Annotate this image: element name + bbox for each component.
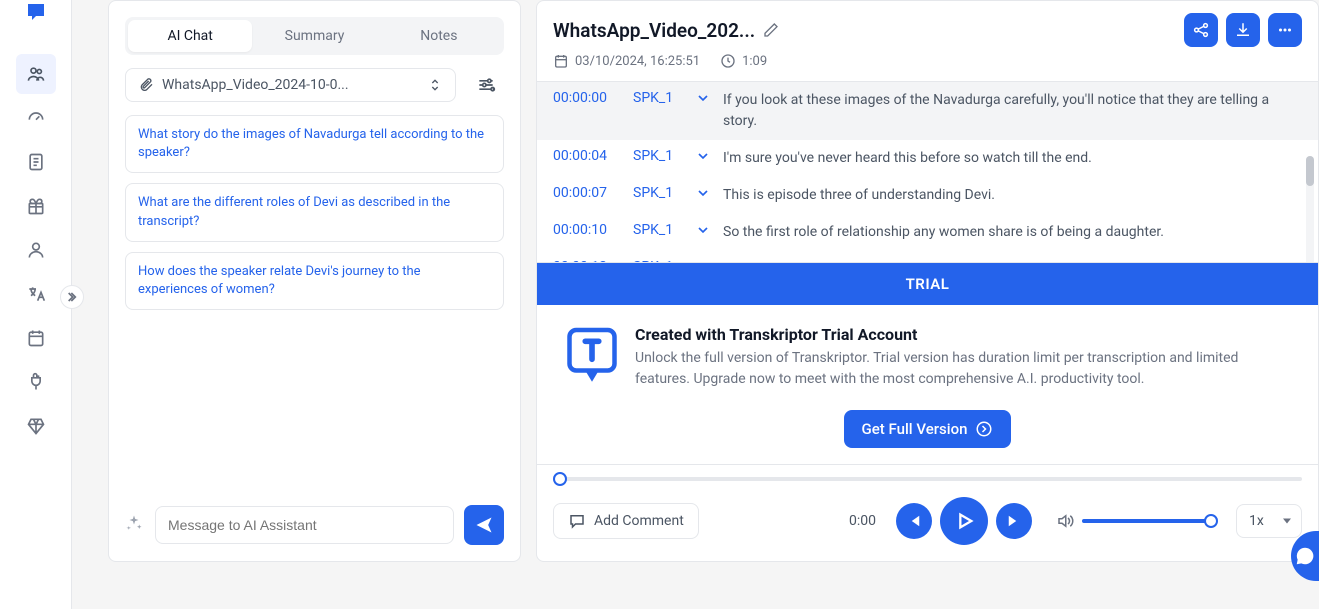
page-title: WhatsApp_Video_202... xyxy=(553,19,755,42)
share-icon xyxy=(1192,21,1210,39)
transcript-row[interactable]: 00:00:00 SPK_1 If you look at these imag… xyxy=(537,82,1318,140)
sidebar-item-gift[interactable] xyxy=(16,186,56,226)
speed-select[interactable]: 1x xyxy=(1236,504,1302,538)
transcript-text: So the first role of relationship any wo… xyxy=(723,222,1302,243)
chevron-down-icon[interactable] xyxy=(695,148,711,168)
current-time: 0:00 xyxy=(849,513,876,529)
speaker: SPK_1 xyxy=(633,222,683,238)
play-button[interactable] xyxy=(940,497,988,545)
calendar-icon xyxy=(553,53,569,69)
transcript-row[interactable]: 00:00:04 SPK_1 I'm sure you've never hea… xyxy=(537,140,1318,177)
tab-ai-chat[interactable]: AI Chat xyxy=(128,20,252,52)
transkriptor-logo xyxy=(565,325,619,389)
scrollbar[interactable] xyxy=(1306,156,1314,263)
upgrade-title: Created with Transkriptor Trial Account xyxy=(635,325,1290,344)
timestamp: 00:00:04 xyxy=(553,148,621,164)
progress-bar[interactable] xyxy=(553,477,1302,481)
sidebar-item-premium[interactable] xyxy=(16,406,56,446)
volume-handle[interactable] xyxy=(1204,514,1218,528)
filter-button[interactable] xyxy=(468,67,504,103)
arrow-circle-icon xyxy=(975,420,993,438)
timestamp: 00:00:00 xyxy=(553,90,621,106)
share-button[interactable] xyxy=(1184,13,1218,47)
volume-control xyxy=(1056,512,1212,530)
tabs: AI Chat Summary Notes xyxy=(125,17,504,55)
volume-icon[interactable] xyxy=(1056,512,1074,530)
message-input[interactable] xyxy=(155,506,454,544)
transcript-row[interactable]: 00:00:13 SPK_1 That is why Devi is also … xyxy=(537,251,1318,263)
sparkle-icon xyxy=(125,514,145,536)
send-button[interactable] xyxy=(464,505,504,545)
chevron-down-icon[interactable] xyxy=(695,185,711,205)
ai-chat-panel: AI Chat Summary Notes WhatsApp_Video_202… xyxy=(108,0,521,562)
send-icon xyxy=(474,515,494,535)
meta-duration: 1:09 xyxy=(720,53,767,69)
suggestion-list: What story do the images of Navadurga te… xyxy=(125,115,504,310)
speaker: SPK_1 xyxy=(633,148,683,164)
clock-icon xyxy=(720,53,736,69)
play-icon xyxy=(953,510,975,532)
updown-icon xyxy=(427,77,443,93)
add-comment-button[interactable]: Add Comment xyxy=(553,503,699,539)
sidebar-item-integration[interactable] xyxy=(16,362,56,402)
audio-player: Add Comment 0:00 1x xyxy=(537,464,1318,561)
transcript-list: 00:00:00 SPK_1 If you look at these imag… xyxy=(537,81,1318,263)
transcript-text: If you look at these images of the Navad… xyxy=(723,90,1302,132)
sidebar-item-speed[interactable] xyxy=(16,98,56,138)
download-button[interactable] xyxy=(1226,13,1260,47)
chevron-down-icon[interactable] xyxy=(695,222,711,242)
meta-date: 03/10/2024, 16:25:51 xyxy=(553,53,700,69)
skip-forward-icon xyxy=(1005,512,1023,530)
paperclip-icon xyxy=(138,77,154,93)
suggestion-item[interactable]: What are the different roles of Devi as … xyxy=(125,183,504,241)
trial-banner: TRIAL xyxy=(537,263,1318,305)
sidebar-item-people[interactable] xyxy=(16,54,56,94)
sidebar-expand-button[interactable] xyxy=(60,285,84,309)
transcript-row[interactable]: 00:00:10 SPK_1 So the first role of rela… xyxy=(537,214,1318,251)
sidebar-item-document[interactable] xyxy=(16,142,56,182)
sidebar-item-translate[interactable] xyxy=(16,274,56,314)
transcript-row[interactable]: 00:00:07 SPK_1 This is episode three of … xyxy=(537,177,1318,214)
transcript-panel: WhatsApp_Video_202... 03/10/2024, 16:25:… xyxy=(536,0,1319,562)
speaker: SPK_1 xyxy=(633,185,683,201)
get-full-version-button[interactable]: Get Full Version xyxy=(844,410,1012,448)
transcript-text: I'm sure you've never heard this before … xyxy=(723,148,1302,169)
logo xyxy=(0,0,71,24)
edit-icon[interactable] xyxy=(763,22,779,38)
tab-notes[interactable]: Notes xyxy=(377,20,501,52)
suggestion-item[interactable]: What story do the images of Navadurga te… xyxy=(125,115,504,173)
suggestion-item[interactable]: How does the speaker relate Devi's journ… xyxy=(125,252,504,310)
timestamp: 00:00:13 xyxy=(553,259,621,263)
sliders-icon xyxy=(476,75,496,95)
transcript-text: This is episode three of understanding D… xyxy=(723,185,1302,206)
sidebar-item-calendar[interactable] xyxy=(16,318,56,358)
comment-icon xyxy=(568,512,586,530)
sidebar-item-profile[interactable] xyxy=(16,230,56,270)
chevron-down-icon[interactable] xyxy=(695,90,711,110)
volume-slider[interactable] xyxy=(1082,519,1212,523)
transcript-text: That is why Devi is also first a daughte… xyxy=(723,259,1302,263)
more-button[interactable] xyxy=(1268,13,1302,47)
skip-back-icon xyxy=(905,512,923,530)
upgrade-box: Created with Transkriptor Trial Account … xyxy=(537,305,1318,410)
next-button[interactable] xyxy=(996,503,1032,539)
progress-handle[interactable] xyxy=(553,472,567,486)
speaker: SPK_1 xyxy=(633,90,683,106)
file-select-name: WhatsApp_Video_2024-10-0... xyxy=(162,77,419,93)
speaker: SPK_1 xyxy=(633,259,683,263)
chat-icon xyxy=(1294,545,1316,567)
upgrade-desc: Unlock the full version of Transkriptor.… xyxy=(635,348,1290,390)
file-select-dropdown[interactable]: WhatsApp_Video_2024-10-0... xyxy=(125,68,456,102)
timestamp: 00:00:10 xyxy=(553,222,621,238)
download-icon xyxy=(1234,21,1252,39)
tab-summary[interactable]: Summary xyxy=(252,20,376,52)
sidebar xyxy=(0,0,72,609)
timestamp: 00:00:07 xyxy=(553,185,621,201)
prev-button[interactable] xyxy=(896,503,932,539)
dots-icon xyxy=(1276,21,1294,39)
chevron-down-icon[interactable] xyxy=(695,259,711,263)
